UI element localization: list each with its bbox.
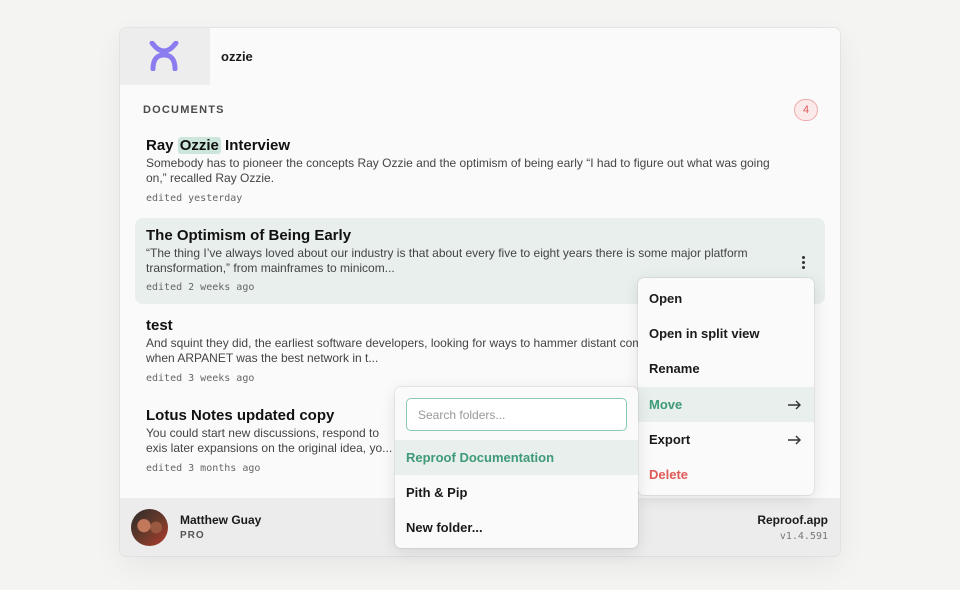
menu-item-open-split-view[interactable]: Open in split view xyxy=(638,316,814,351)
document-item[interactable]: Ray Ozzie Interview Somebody has to pion… xyxy=(135,131,825,215)
menu-item-label: Delete xyxy=(649,467,689,482)
menu-item-export[interactable]: Export xyxy=(638,422,814,457)
title-text: Ray xyxy=(146,137,178,154)
document-excerpt: “The thing I’ve always loved about our i… xyxy=(146,246,748,275)
move-folder-submenu: Reproof Documentation Pith & Pip New fol… xyxy=(395,387,638,548)
document-title: The Optimism of Being Early xyxy=(146,227,352,244)
documents-heading: DOCUMENTS xyxy=(143,104,225,116)
document-excerpt: Somebody has to pioneer the concepts Ray… xyxy=(146,156,770,185)
menu-item-label: Rename xyxy=(649,361,700,376)
menu-item-move[interactable]: Move xyxy=(638,387,814,422)
app-name[interactable]: Reproof.app xyxy=(757,513,828,527)
menu-item-label: Open xyxy=(649,291,683,306)
avatar[interactable] xyxy=(131,509,168,546)
document-count-badge: 4 xyxy=(794,99,818,121)
menu-item-label: Open in split view xyxy=(649,326,760,341)
menu-item-label: Export xyxy=(649,432,691,447)
menu-item-open[interactable]: Open xyxy=(638,281,814,316)
document-edited: edited 3 weeks ago xyxy=(146,373,255,384)
document-title: test xyxy=(146,317,173,334)
more-options-icon[interactable] xyxy=(795,254,811,272)
document-excerpt: You could start new discussions, respond… xyxy=(146,426,393,455)
arrow-right-icon xyxy=(788,435,801,445)
app-version: v1.4.591 xyxy=(779,531,828,542)
logo-button[interactable] xyxy=(120,28,210,85)
title-text: Interview xyxy=(220,137,291,154)
folder-item-reproof-documentation[interactable]: Reproof Documentation xyxy=(395,440,638,475)
arrow-right-icon xyxy=(788,400,801,410)
context-menu: Open Open in split view Rename Move Expo… xyxy=(638,278,814,495)
header: ozzie xyxy=(120,28,840,85)
user-plan-badge: PRO xyxy=(180,530,205,541)
folder-label: Reproof Documentation xyxy=(406,450,555,465)
menu-item-label: Move xyxy=(649,397,683,412)
user-name: Matthew Guay xyxy=(180,513,262,527)
document-title: Ray Ozzie Interview xyxy=(146,137,290,154)
folder-label: Pith & Pip xyxy=(406,485,468,500)
menu-item-delete[interactable]: Delete xyxy=(638,457,814,492)
document-title: Lotus Notes updated copy xyxy=(146,407,335,424)
folder-label: New folder... xyxy=(406,520,483,535)
document-edited: edited 3 months ago xyxy=(146,463,261,474)
document-edited: edited yesterday xyxy=(146,193,243,204)
document-excerpt: And squint they did, the earliest softwa… xyxy=(146,336,656,365)
folder-search-input[interactable] xyxy=(406,398,627,431)
search-query[interactable]: ozzie xyxy=(221,49,253,64)
new-folder-button[interactable]: New folder... xyxy=(395,510,638,545)
document-edited: edited 2 weeks ago xyxy=(146,282,255,293)
folder-item-pith-pip[interactable]: Pith & Pip xyxy=(395,475,638,510)
menu-item-rename[interactable]: Rename xyxy=(638,351,814,386)
reproof-logo-icon xyxy=(149,41,179,71)
search-highlight: Ozzie xyxy=(177,137,221,154)
